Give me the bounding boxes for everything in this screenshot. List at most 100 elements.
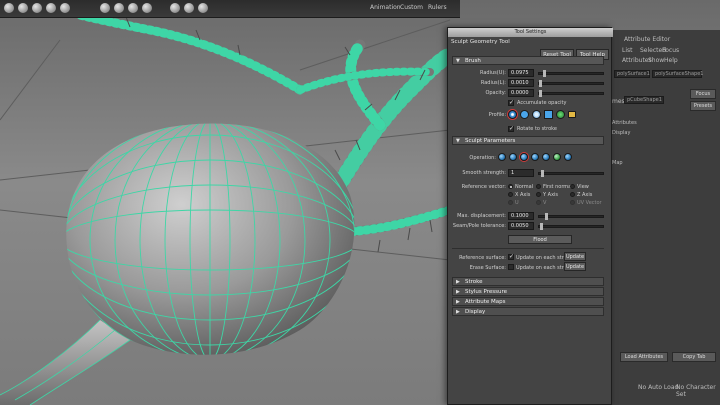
folder-icon[interactable] <box>568 111 576 118</box>
erase-surface-update-button[interactable]: Update <box>564 262 586 271</box>
shelf-tab-animation[interactable]: Animation <box>370 4 401 11</box>
accumulate-opacity-checkbox[interactable] <box>508 99 514 106</box>
shelf-tab-custom[interactable]: Custom <box>400 4 423 11</box>
slider-thumb[interactable] <box>540 223 543 230</box>
shelf-sphere-icon[interactable] <box>32 3 42 13</box>
attr-menu-list[interactable]: List <box>622 47 633 54</box>
ref-normal-radio[interactable] <box>508 184 513 189</box>
shelf-sphere-icon[interactable] <box>128 3 138 13</box>
stroke-section-header[interactable]: ▶ Stroke <box>452 277 604 286</box>
shelf-sphere-icon[interactable] <box>4 3 14 13</box>
profile-feather-brush-icon[interactable] <box>532 110 541 119</box>
shelf-sphere-icon[interactable] <box>184 3 194 13</box>
ref-u-radio[interactable] <box>508 200 513 205</box>
attr-menu-show[interactable]: Show <box>648 57 664 64</box>
smooth-strength-slider[interactable] <box>538 170 604 177</box>
opacity-field[interactable]: 0.0000 <box>508 89 534 97</box>
attr-menu-help[interactable]: Help <box>664 57 678 64</box>
opacity-label: Opacity: <box>485 90 506 96</box>
shelf-sphere-icon[interactable] <box>60 3 70 13</box>
attr-menu-focus[interactable]: Focus <box>662 47 679 54</box>
seam-pole-field[interactable]: 0.0050 <box>508 222 534 230</box>
radius-l-field[interactable]: 0.0010 <box>508 79 534 87</box>
radius-l-label: Radius(L): <box>480 80 506 86</box>
operation-smooth-icon[interactable] <box>520 153 528 161</box>
profile-round-brush-icon[interactable] <box>520 110 529 119</box>
shelf-sphere-icon[interactable] <box>170 3 180 13</box>
expand-caret-icon: ▶ <box>456 299 460 305</box>
ref-uv-vector-radio[interactable] <box>570 200 575 205</box>
shelf-sphere-icon[interactable] <box>100 3 110 13</box>
profile-soft-brush-icon[interactable] <box>508 110 517 119</box>
operation-erase-icon[interactable] <box>553 153 561 161</box>
operation-push-icon[interactable] <box>498 153 506 161</box>
reference-surface-label: Reference surface: <box>459 255 506 261</box>
shelf-sphere-icon[interactable] <box>142 3 152 13</box>
operation-pull-icon[interactable] <box>509 153 517 161</box>
attr-section-display[interactable]: Display <box>612 130 630 136</box>
operation-relax-icon[interactable] <box>531 153 539 161</box>
reference-vector-label: Reference vector: <box>461 184 506 190</box>
shelf-sphere-icon[interactable] <box>198 3 208 13</box>
ref-uv-vector-label: UV Vector <box>577 200 602 206</box>
shelf-tab-rulers[interactable]: Rulers <box>428 4 447 11</box>
sculpt-parameters-header[interactable]: ▼ Sculpt Parameters <box>452 136 604 145</box>
ref-x-axis-radio[interactable] <box>508 192 513 197</box>
mesh-name-field[interactable]: pCubeShape1 <box>624 96 664 104</box>
rotate-to-stroke-label: Rotate to stroke <box>517 126 557 132</box>
stylus-pressure-section-header[interactable]: ▶ Stylus Pressure <box>452 287 604 296</box>
stem-mesh <box>0 320 130 405</box>
erase-surface-update-checkbox[interactable] <box>508 264 514 270</box>
tool-name-label: Sculpt Geometry Tool <box>451 39 510 45</box>
ref-z-axis-radio[interactable] <box>570 192 575 197</box>
ref-surface-update-checkbox[interactable] <box>508 253 514 260</box>
slider-thumb[interactable] <box>545 213 548 220</box>
attribute-maps-section-header[interactable]: ▶ Attribute Maps <box>452 297 604 306</box>
flood-button[interactable]: Flood <box>508 235 572 244</box>
max-displacement-slider[interactable] <box>538 213 604 220</box>
attr-section-attributes[interactable]: Attributes <box>612 120 637 126</box>
ref-z-axis-label: Z Axis <box>577 192 593 198</box>
opacity-slider[interactable] <box>538 90 604 97</box>
shelf-sphere-icon[interactable] <box>114 3 124 13</box>
sculpt-section-title: Sculpt Parameters <box>465 138 516 144</box>
ref-y-axis-radio[interactable] <box>536 192 541 197</box>
load-attributes-button[interactable]: Load Attributes <box>620 352 668 362</box>
shelf-sphere-icon[interactable] <box>18 3 28 13</box>
node-tab-field-2[interactable]: polySurfaceShape1 <box>652 70 703 78</box>
brush-section-header[interactable]: ▼ Brush <box>452 56 604 65</box>
max-displacement-field[interactable]: 0.1000 <box>508 212 534 220</box>
operation-pinch-icon[interactable] <box>542 153 550 161</box>
ref-first-normal-label: First normal <box>543 184 573 190</box>
ref-first-normal-radio[interactable] <box>536 184 541 189</box>
seam-pole-slider[interactable] <box>538 223 604 230</box>
collapse-caret-icon: ▼ <box>456 138 460 144</box>
copy-tab-button[interactable]: Copy Tab <box>672 352 716 362</box>
attr-section-map[interactable]: Map <box>612 160 623 166</box>
shelf-sphere-icon[interactable] <box>46 3 56 13</box>
slider-thumb[interactable] <box>539 80 542 87</box>
radius-u-field[interactable]: 0.0975 <box>508 69 534 77</box>
focus-button[interactable]: Focus <box>690 89 716 99</box>
rotate-to-stroke-checkbox[interactable] <box>508 125 514 132</box>
operation-label: Operation: <box>469 155 496 161</box>
profile-square-brush-icon[interactable] <box>544 110 553 119</box>
profile-texture-brush-icon[interactable] <box>556 110 565 119</box>
ref-view-radio[interactable] <box>570 184 575 189</box>
window-titlebar[interactable]: Tool Settings <box>448 28 613 37</box>
presets-button[interactable]: Presets <box>690 101 716 111</box>
display-section-header[interactable]: ▶ Display <box>452 307 604 316</box>
smooth-strength-field[interactable]: 1 <box>508 169 534 177</box>
slider-thumb[interactable] <box>541 170 544 177</box>
radius-l-slider[interactable] <box>538 80 604 87</box>
shelf-bar: Animation Custom Rulers <box>0 0 460 18</box>
ref-v-radio[interactable] <box>536 200 541 205</box>
attr-tab-editor[interactable]: Attribute Editor <box>624 36 670 43</box>
node-tab-field[interactable]: polySurface1 <box>614 70 650 78</box>
erase-surface-label: Erase Surface: <box>469 265 506 271</box>
ref-surface-update-button[interactable]: Update <box>564 252 586 261</box>
operation-flatten-icon[interactable] <box>564 153 572 161</box>
slider-thumb[interactable] <box>543 70 546 77</box>
radius-u-slider[interactable] <box>538 70 604 77</box>
slider-thumb[interactable] <box>539 90 542 97</box>
